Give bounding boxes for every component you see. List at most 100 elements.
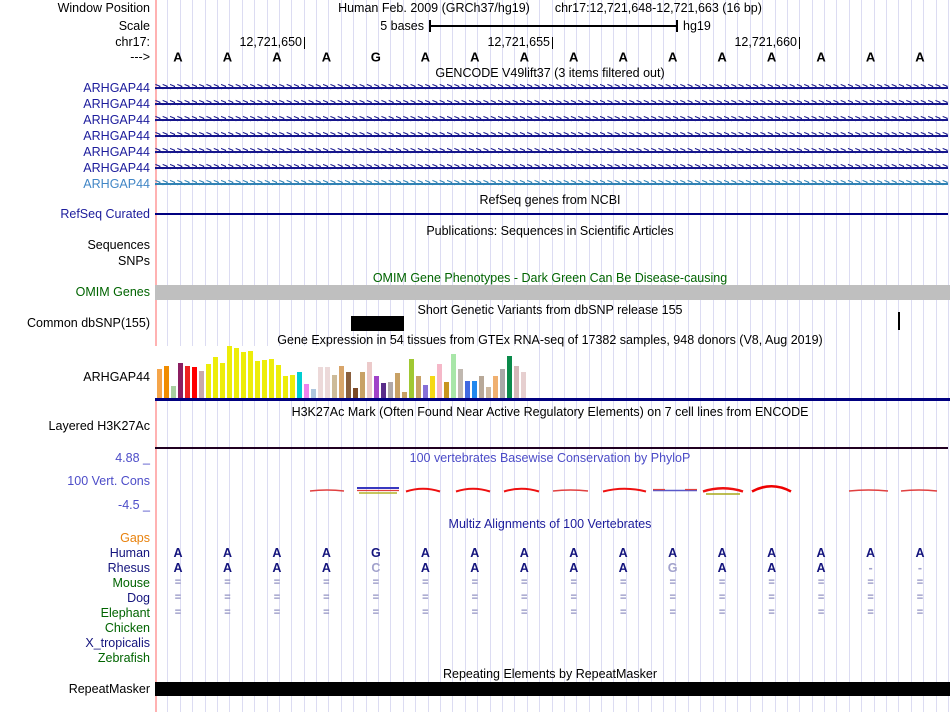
publications-track-title[interactable]: Publications: Sequences in Scientific Ar…: [155, 225, 945, 238]
multiz-alignment-cell: =: [372, 606, 380, 619]
multiz-alignment-cell: =: [916, 576, 924, 589]
multiz-alignment-cell: A: [717, 545, 727, 560]
gtex-expression-chart[interactable]: [155, 346, 537, 398]
multiz-track-title[interactable]: Multiz Alignments of 100 Vertebrates: [155, 518, 945, 531]
h3k27ac-baseline: [155, 447, 948, 449]
gtex-tissue-bar: [318, 367, 323, 398]
strand-arrow-label[interactable]: --->: [0, 51, 150, 64]
reference-base: A: [618, 49, 628, 65]
multiz-alignment-cell: =: [817, 606, 825, 619]
gtex-tissue-bar: [465, 381, 470, 398]
reference-base: A: [420, 49, 431, 65]
multiz-species-label[interactable]: Chicken: [0, 622, 150, 635]
ruler-tick-mark: [799, 37, 801, 49]
gtex-tissue-bar: [339, 366, 344, 398]
gtex-tissue-bar: [360, 372, 365, 398]
multiz-alignment-cell: A: [272, 545, 282, 560]
gtex-tissue-bar: [164, 366, 169, 398]
multiz-species-label[interactable]: X_tropicalis: [0, 637, 150, 650]
gencode-gene-label[interactable]: ARHGAP44: [0, 146, 150, 159]
gtex-tissue-bar: [325, 367, 330, 398]
gtex-tissue-bar: [416, 376, 421, 398]
conservation-mark: [455, 487, 491, 493]
multiz-alignment-cell: A: [321, 560, 331, 575]
conservation-mark: [900, 489, 938, 492]
h3k27ac-label[interactable]: Layered H3K27Ac: [0, 420, 150, 433]
multiz-species-label[interactable]: Dog: [0, 592, 150, 605]
gtex-tissue-bar: [437, 364, 442, 398]
gencode-gene-label[interactable]: ARHGAP44: [0, 82, 150, 95]
multiz-species-label[interactable]: Zebrafish: [0, 652, 150, 665]
reference-base: A: [222, 49, 233, 65]
gtex-tissue-bar: [521, 372, 526, 398]
multiz-species-label[interactable]: Human: [0, 547, 150, 560]
ruler-position-number: 12,721,655: [487, 35, 550, 49]
gencode-gene-item[interactable]: >>>>>>>>>>>>>>>>>>>>>>>>>>>>>>>>>>>>>>>>…: [155, 144, 948, 160]
gencode-track-title[interactable]: GENCODE V49lift37 (3 items filtered out): [155, 67, 945, 80]
repeatmasker-track-title[interactable]: Repeating Elements by RepeatMasker: [155, 668, 945, 681]
multiz-species-label[interactable]: Rhesus: [0, 562, 150, 575]
gencode-gene-label[interactable]: ARHGAP44: [0, 162, 150, 175]
multiz-alignment-cell: =: [619, 606, 627, 619]
reference-base: A: [865, 49, 876, 65]
h3k27ac-track-title[interactable]: H3K27Ac Mark (Often Found Near Active Re…: [155, 406, 945, 419]
gtex-tissue-bar: [507, 356, 512, 398]
multiz-alignment-cell: A: [668, 545, 678, 560]
publications-snps-label[interactable]: SNPs: [0, 255, 150, 268]
multiz-alignment-cell: =: [867, 591, 874, 604]
repeatmasker-label[interactable]: RepeatMasker: [0, 683, 150, 696]
reference-base: A: [173, 49, 183, 65]
refseq-track-title[interactable]: RefSeq genes from NCBI: [155, 194, 945, 207]
gencode-gene-label[interactable]: ARHGAP44: [0, 178, 150, 191]
gencode-gene-label[interactable]: ARHGAP44: [0, 98, 150, 111]
gencode-gene-item[interactable]: >>>>>>>>>>>>>>>>>>>>>>>>>>>>>>>>>>>>>>>>…: [155, 128, 948, 144]
multiz-alignment-cell: =: [768, 591, 775, 604]
omim-gene-item[interactable]: [155, 285, 950, 300]
gridline: [948, 0, 949, 712]
gtex-tissue-bar: [409, 359, 414, 398]
gencode-gene-label[interactable]: ARHGAP44: [0, 130, 150, 143]
window-coordinates: chr17:12,721,648-12,721,663 (16 bp): [554, 0, 762, 15]
gtex-gene-label[interactable]: ARHGAP44: [0, 371, 150, 384]
multiz-alignment-cell: =: [619, 591, 627, 604]
multiz-alignment-cell: =: [521, 591, 528, 604]
multiz-species-label[interactable]: Mouse: [0, 577, 150, 590]
dbsnp-track-title[interactable]: Short Genetic Variants from dbSNP releas…: [155, 304, 945, 317]
gencode-gene-item[interactable]: >>>>>>>>>>>>>>>>>>>>>>>>>>>>>>>>>>>>>>>>…: [155, 160, 948, 176]
omim-track-title[interactable]: OMIM Gene Phenotypes - Dark Green Can Be…: [155, 272, 945, 285]
multiz-species-label[interactable]: Gaps: [0, 532, 150, 545]
repeatmasker-item[interactable]: [155, 682, 950, 696]
multiz-alignment-cell: G: [370, 545, 381, 560]
phylop-track-title[interactable]: 100 vertebrates Basewise Conservation by…: [155, 452, 945, 465]
dbsnp-variant-box[interactable]: [351, 316, 404, 331]
multiz-alignment-cell: =: [224, 606, 231, 619]
gencode-gene-item[interactable]: >>>>>>>>>>>>>>>>>>>>>>>>>>>>>>>>>>>>>>>>…: [155, 112, 948, 128]
reference-base: G: [370, 49, 381, 65]
gtex-tissue-bar: [346, 372, 351, 398]
multiz-alignment-cell: =: [521, 606, 528, 619]
multiz-alignment-cell: =: [422, 606, 429, 619]
gtex-tissue-bar: [395, 373, 400, 398]
ruler-position-number: 12,721,660: [734, 35, 797, 49]
gtex-tissue-bar: [262, 360, 267, 398]
dbsnp-label[interactable]: Common dbSNP(155): [0, 317, 150, 330]
gene-direction-arrows: >>>>>>>>>>>>>>>>>>>>>>>>>>>>>>>>>>>>>>>>…: [155, 129, 948, 141]
refseq-curated-label[interactable]: RefSeq Curated: [0, 208, 150, 221]
refseq-curated-item[interactable]: [155, 213, 948, 215]
gtex-tissue-bar: [178, 363, 183, 398]
gencode-gene-item[interactable]: >>>>>>>>>>>>>>>>>>>>>>>>>>>>>>>>>>>>>>>>…: [155, 176, 948, 192]
multiz-alignment-cell: A: [569, 560, 579, 575]
multiz-alignment-cell: A: [816, 545, 826, 560]
multiz-species-label[interactable]: Elephant: [0, 607, 150, 620]
publications-sequences-label[interactable]: Sequences: [0, 239, 150, 252]
gtex-tissue-bar: [185, 366, 190, 398]
chromosome-label: chr17:: [115, 34, 150, 49]
phylop-label[interactable]: 100 Vert. Cons: [0, 475, 150, 488]
gtex-tissue-bar: [213, 357, 218, 398]
multiz-alignment-cell: A: [321, 545, 331, 560]
gencode-gene-item[interactable]: >>>>>>>>>>>>>>>>>>>>>>>>>>>>>>>>>>>>>>>>…: [155, 80, 948, 96]
omim-genes-label[interactable]: OMIM Genes: [0, 286, 150, 299]
gencode-gene-label[interactable]: ARHGAP44: [0, 114, 150, 127]
gtex-track-title[interactable]: Gene Expression in 54 tissues from GTEx …: [155, 334, 945, 347]
gencode-gene-item[interactable]: >>>>>>>>>>>>>>>>>>>>>>>>>>>>>>>>>>>>>>>>…: [155, 96, 948, 112]
